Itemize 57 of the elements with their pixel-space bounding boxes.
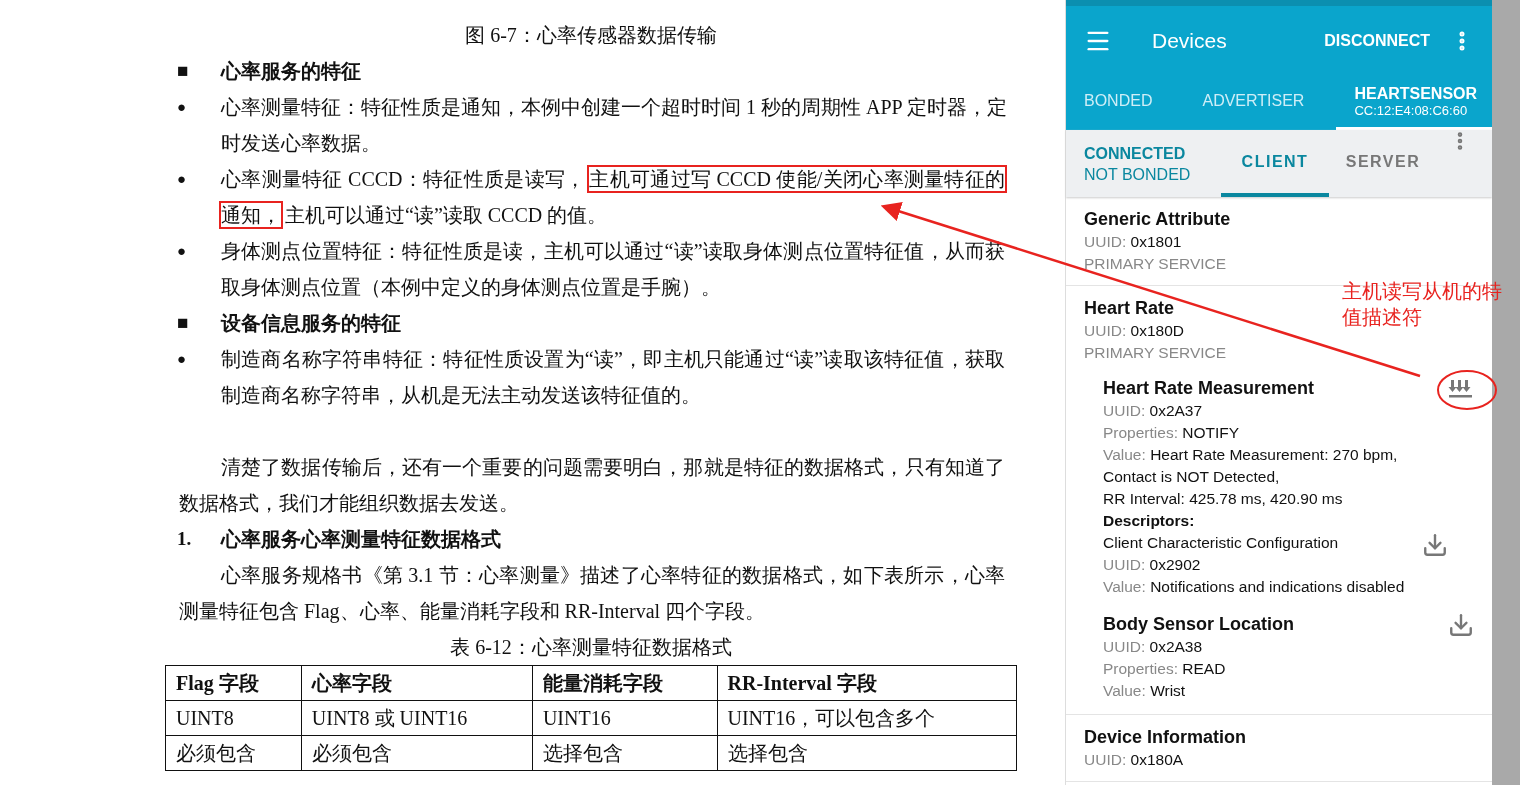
field-text: UUID: 0x2902 — [1103, 555, 1202, 575]
field-text: Value: Wrist — [1103, 681, 1187, 701]
heading-marker: ■ — [177, 311, 190, 335]
field-text: UUID: 0x2A37 — [1103, 401, 1204, 421]
bullet-mark: ● — [177, 170, 188, 189]
bullet-mark: ● — [177, 98, 188, 117]
field-text: UUID: 0x1801 — [1084, 232, 1183, 252]
table-caption: 表 6-12：心率测量特征数据格式 — [449, 635, 733, 660]
annotation-text: 值描述符 — [1342, 304, 1423, 330]
table-cell: 必须包含 — [165, 735, 302, 771]
service-type: PRIMARY SERVICE — [1084, 254, 1228, 274]
field-text: UUID: 0x180D — [1084, 321, 1185, 341]
role-tab[interactable]: SERVER — [1329, 130, 1437, 197]
table-cell: UINT8 或 UINT16 — [301, 700, 533, 736]
section-heading: 心率服务心率测量特征数据格式 — [219, 527, 502, 552]
bullet-text: 心率测量特征：特征性质是通知，本例中创建一个超时时间 1 秒的周期性 APP 定时器，定时发送心率数据。 — [219, 95, 1007, 156]
field-text: Value: Heart Rate Measurement: 270 bpm, Contact is NOT Detected, RR Interval: 425.78 ms, 420.90 ms — [1103, 445, 1399, 509]
table-header-cell: 心率字段 — [301, 665, 533, 701]
bullet-mark: ● — [177, 350, 188, 369]
body-paragraph: 心率服务规格书《第 3.1 节：心率测量》描述了心率特征的数据格式，如下表所示，心率测量特征包含 Flag、心率、能量消耗字段和 RR-Interval 四个字段。 — [178, 563, 1006, 625]
bullet-text: 身体测点位置特征：特征性质是读，主机可以通过“读”读取身体测点位置特征值，从而获取身体测点位置（本例中定义的身体测点位置是手腕）。 — [220, 239, 1006, 300]
descriptors-label: Descriptors: — [1103, 511, 1196, 531]
table-header-cell: 能量消耗字段 — [532, 665, 717, 701]
role-tab[interactable]: CLIENT — [1221, 130, 1329, 197]
bullet-text: 制造商名称字符串特征：特征性质设置为“读”，即主机只能通过“读”读取该特征值，获取制造商名称字符串，从机是无法主动发送该特征值的。 — [220, 347, 1006, 408]
section-heading: 心率服务的特征 — [219, 59, 362, 84]
section-heading: 设备信息服务的特征 — [219, 311, 402, 336]
heading-marker: ■ — [177, 59, 190, 83]
body-paragraph: 清楚了数据传输后，还有一个重要的问题需要明白，那就是特征的数据格式，只有知道了数据格式，我们才能组织数据去发送。 — [178, 455, 1006, 516]
descriptor-name[interactable]: Client Characteristic Configuration — [1103, 532, 1422, 554]
table-header-cell: Flag 字段 — [165, 665, 302, 701]
table-cell: UINT16 — [532, 700, 717, 736]
annotation-text: 主机读写从机的特 — [1342, 278, 1502, 304]
bullet-mark: ● — [177, 242, 188, 261]
table-cell: UINT8 — [165, 700, 302, 736]
field-text: Value: Notifications and indications disabled — [1103, 577, 1406, 597]
characteristic-name[interactable]: Heart Rate Measurement — [1103, 376, 1315, 400]
app-title: Devices — [1152, 28, 1228, 53]
service-name[interactable]: Heart Rate — [1084, 296, 1175, 320]
table-cell: UINT16，可以包含多个 — [717, 700, 1017, 736]
service-name[interactable]: Generic Attribute — [1084, 207, 1231, 231]
heading-marker: 1. — [177, 527, 193, 551]
characteristic-name[interactable]: Body Sensor Location — [1103, 612, 1295, 636]
connection-status: NOT BONDED — [1084, 164, 1192, 185]
field-text: UUID: 0x180A — [1084, 750, 1185, 770]
figure-caption: 图 6-7：心率传感器数据传输 — [464, 23, 718, 48]
table-cell: 必须包含 — [301, 735, 533, 771]
service-name[interactable]: Device Information — [1084, 725, 1247, 749]
service-type: PRIMARY SERVICE — [1084, 343, 1228, 363]
field-text: UUID: 0x2A38 — [1103, 637, 1204, 657]
highlight-circle — [1437, 370, 1497, 410]
table-cell: 选择包含 — [532, 735, 717, 771]
connection-status: CONNECTED — [1084, 143, 1187, 164]
table-header-cell: RR-Interval 字段 — [717, 665, 1017, 701]
field-text: Properties: READ — [1103, 659, 1227, 679]
table-cell: 选择包含 — [717, 735, 1017, 771]
field-text: Properties: NOTIFY — [1103, 423, 1241, 443]
